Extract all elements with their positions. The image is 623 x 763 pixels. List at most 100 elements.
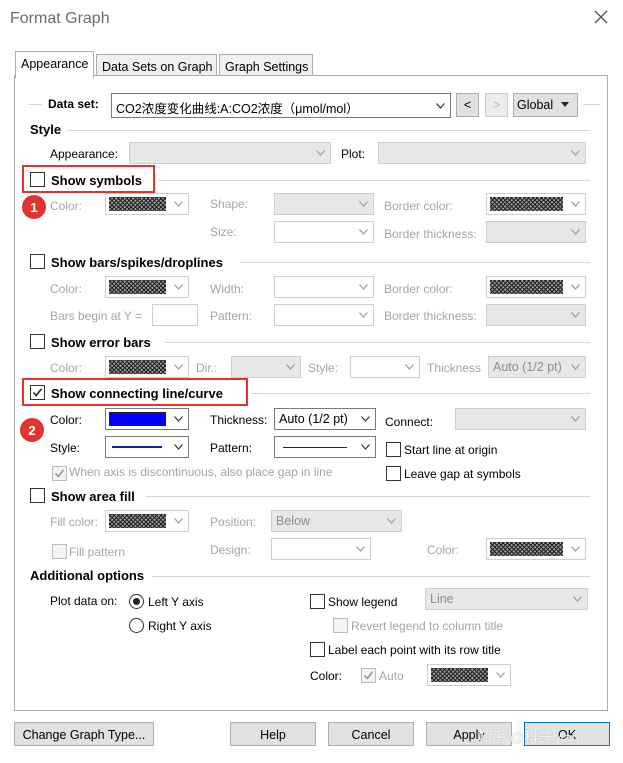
show-symbols-checkbox[interactable] xyxy=(30,172,45,187)
size-dropdown[interactable] xyxy=(274,221,374,243)
bar-width-dropdown[interactable] xyxy=(274,276,374,298)
chevron-down-icon xyxy=(174,416,183,422)
auto-color-checkbox[interactable] xyxy=(361,668,376,683)
design-dropdown[interactable] xyxy=(271,538,371,560)
error-thickness-value: Auto (1/2 pt) xyxy=(493,360,562,374)
chevron-down-icon xyxy=(571,416,580,422)
chevron-down-icon xyxy=(571,364,580,370)
symbol-border-color-label: Border color: xyxy=(384,199,453,213)
area-color-label: Color: xyxy=(427,543,460,557)
bar-border-color-picker[interactable] xyxy=(486,276,586,298)
fill-color-label: Fill color: xyxy=(50,515,99,529)
line-style-dropdown[interactable] xyxy=(105,436,189,458)
chevron-down-icon xyxy=(571,312,580,318)
watermark-text: 知乎 @科哥Man xyxy=(478,729,580,745)
show-area-fill-checkbox[interactable] xyxy=(30,488,45,503)
error-thickness-dropdown[interactable]: Auto (1/2 pt) xyxy=(488,356,586,378)
chevron-down-icon xyxy=(174,444,183,450)
fill-color-picker[interactable] xyxy=(105,510,189,532)
revert-legend-checkbox[interactable] xyxy=(333,618,348,633)
chevron-down-icon xyxy=(405,364,414,370)
show-error-bars-checkbox[interactable] xyxy=(30,334,45,349)
data-set-dropdown[interactable]: CO2浓度变化曲线:A:CO2浓度（μmol/mol） xyxy=(111,93,451,118)
show-legend-checkbox[interactable] xyxy=(310,594,325,609)
bar-border-thickness-dropdown[interactable] xyxy=(486,304,586,326)
shape-dropdown[interactable] xyxy=(274,193,374,215)
connect-label: Connect: xyxy=(385,415,434,429)
color-swatch xyxy=(109,197,166,211)
show-error-bars-label: Show error bars xyxy=(51,335,151,350)
show-bars-checkbox[interactable] xyxy=(30,254,45,269)
tab-appearance[interactable]: Appearance xyxy=(15,51,94,78)
legend-value: Line xyxy=(430,592,454,606)
plot-data-on-label: Plot data on: xyxy=(50,594,118,608)
bar-pattern-dropdown[interactable] xyxy=(274,304,374,326)
chevron-down-icon xyxy=(571,546,580,552)
chevron-down-icon xyxy=(286,364,295,370)
additional-options-heading: Additional options xyxy=(30,568,145,583)
symbol-border-thickness-dropdown[interactable] xyxy=(486,221,586,243)
symbol-border-thickness-label: Border thickness: xyxy=(384,227,477,241)
line-style-label: Style: xyxy=(50,441,81,455)
line-thickness-label: Thickness: xyxy=(210,413,268,427)
annotation-badge-1: 1 xyxy=(22,195,46,219)
position-value: Below xyxy=(276,514,311,528)
start-line-origin-checkbox[interactable] xyxy=(386,442,401,457)
previous-data-set-button[interactable]: < xyxy=(456,93,479,117)
error-color-picker[interactable] xyxy=(105,356,189,378)
pattern-line-sample xyxy=(283,447,347,448)
error-dir-dropdown[interactable] xyxy=(231,356,301,378)
shape-label: Shape: xyxy=(210,197,249,211)
chevron-down-icon xyxy=(571,284,580,290)
bar-color-picker[interactable] xyxy=(105,276,189,298)
color-swatch xyxy=(490,542,563,556)
divider xyxy=(583,104,600,105)
line-pattern-label: Pattern: xyxy=(210,441,253,455)
close-icon[interactable] xyxy=(592,8,610,26)
cancel-button[interactable]: Cancel xyxy=(328,722,414,746)
area-color-picker[interactable] xyxy=(486,538,586,560)
chevron-down-icon xyxy=(573,596,582,602)
position-label: Position: xyxy=(210,515,257,529)
symbol-color-picker[interactable] xyxy=(105,193,189,215)
chevron-down-icon xyxy=(359,201,368,207)
show-area-fill-label: Show area fill xyxy=(51,489,135,504)
plot-label: Plot: xyxy=(341,147,366,161)
divider xyxy=(165,342,590,343)
show-bars-label: Show bars/spikes/droplines xyxy=(51,255,223,270)
bars-begin-label: Bars begin at Y = xyxy=(50,309,142,323)
style-heading: Style xyxy=(30,122,62,137)
bar-color-label: Color: xyxy=(50,282,83,296)
fill-pattern-label: Fill pattern xyxy=(69,545,126,559)
help-button[interactable]: Help xyxy=(230,722,316,746)
right-y-axis-radio[interactable] xyxy=(129,618,144,633)
leave-gap-symbols-checkbox[interactable] xyxy=(386,466,401,481)
label-color-label: Color: xyxy=(310,669,343,683)
line-color-picker[interactable] xyxy=(105,408,189,430)
position-dropdown[interactable]: Below xyxy=(271,510,402,532)
scope-dropdown[interactable]: Global xyxy=(513,93,578,117)
chevron-down-icon xyxy=(174,201,183,207)
next-data-set-button[interactable]: > xyxy=(485,93,508,117)
gap-in-line-checkbox[interactable] xyxy=(52,466,67,481)
show-line-checkbox[interactable] xyxy=(30,385,45,400)
checkmark-icon xyxy=(32,388,43,397)
appearance-dropdown[interactable] xyxy=(129,142,331,164)
plot-dropdown[interactable] xyxy=(378,142,586,164)
label-color-picker[interactable] xyxy=(427,664,511,686)
left-y-axis-radio[interactable] xyxy=(129,594,144,609)
line-thickness-dropdown[interactable]: Auto (1/2 pt) xyxy=(274,408,376,430)
symbol-border-color-picker[interactable] xyxy=(486,193,586,215)
start-line-origin-label: Start line at origin xyxy=(404,443,498,457)
bars-begin-input[interactable] xyxy=(152,304,198,326)
connect-dropdown[interactable] xyxy=(455,408,586,430)
line-pattern-dropdown[interactable] xyxy=(274,436,376,458)
change-graph-type-button[interactable]: Change Graph Type... xyxy=(14,722,154,746)
chevron-down-icon xyxy=(174,518,183,524)
fill-pattern-checkbox[interactable] xyxy=(52,544,67,559)
error-style-dropdown[interactable] xyxy=(350,356,420,378)
label-each-point-checkbox[interactable] xyxy=(310,642,325,657)
chevron-down-icon xyxy=(496,672,505,678)
legend-dropdown[interactable]: Line xyxy=(425,588,588,610)
checkmark-icon xyxy=(54,469,65,478)
